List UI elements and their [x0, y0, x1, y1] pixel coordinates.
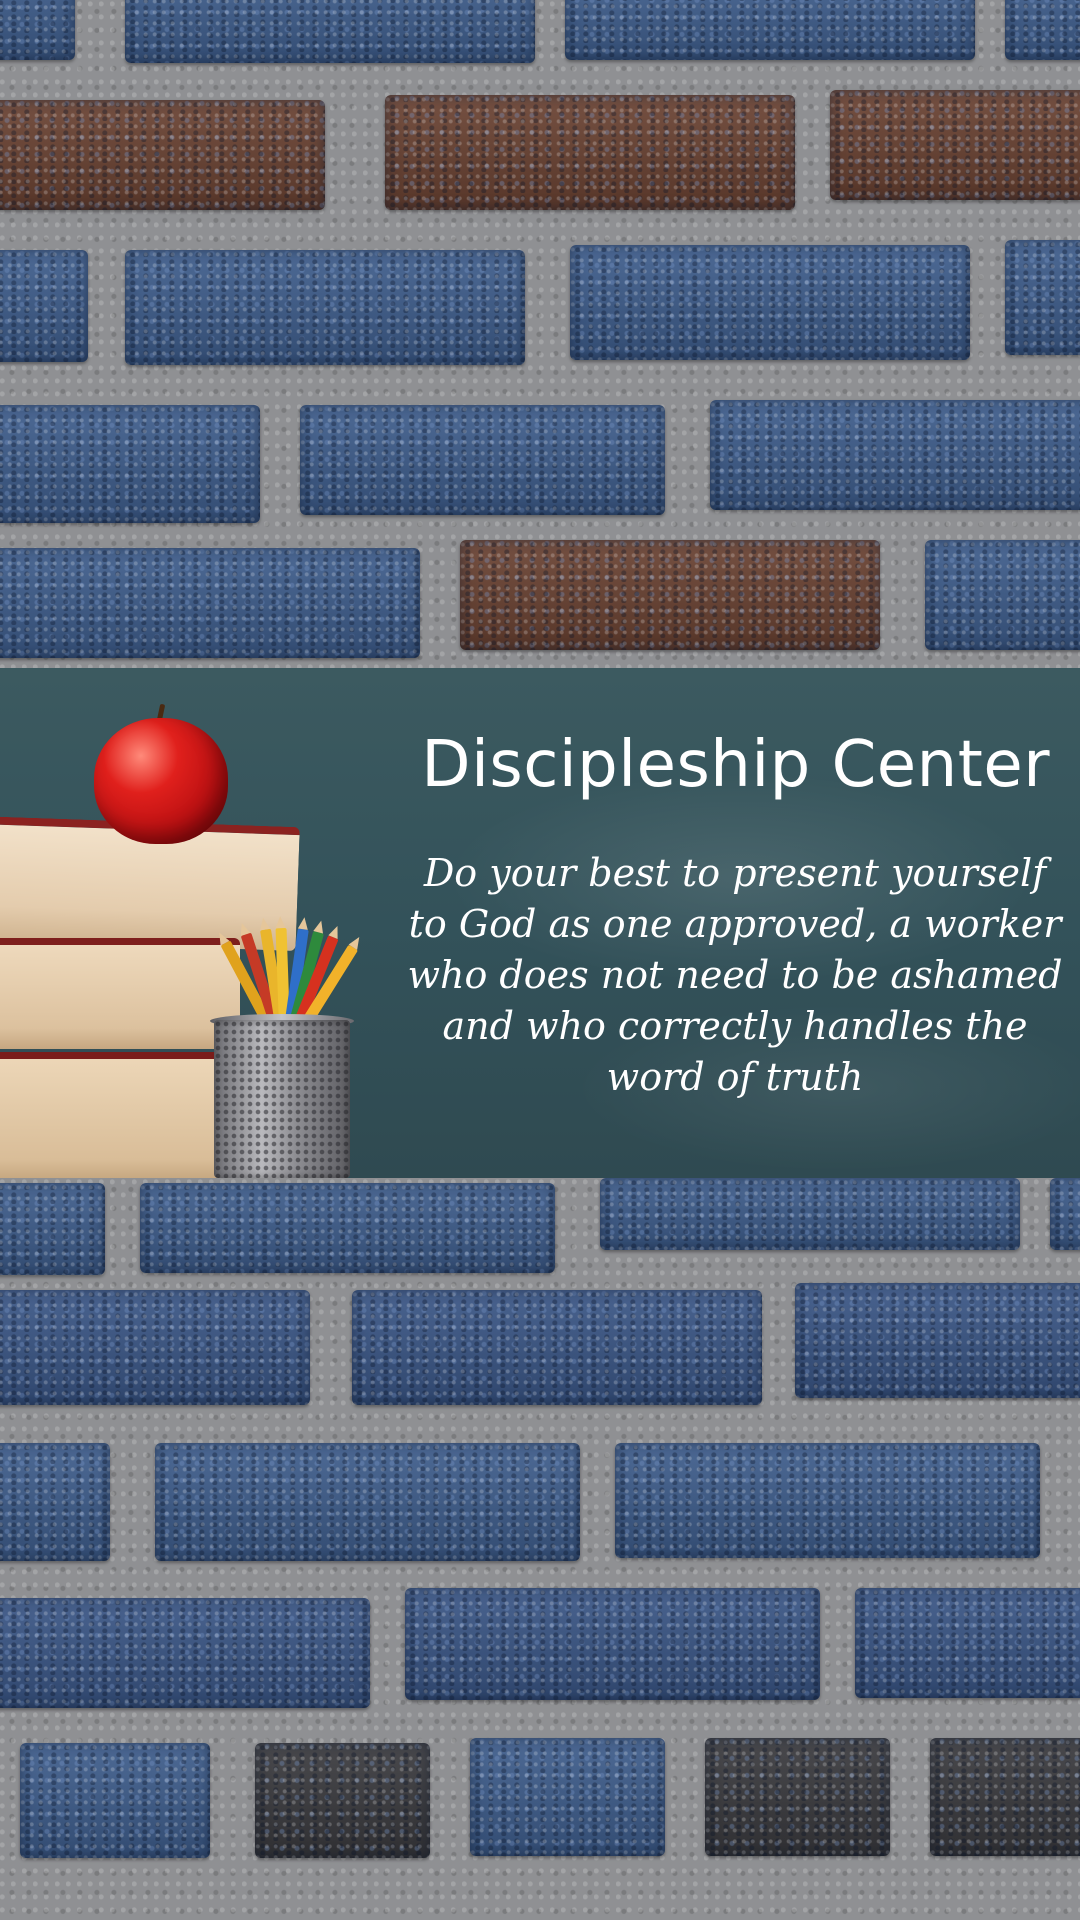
- brick: [155, 1443, 580, 1561]
- brick: [615, 1443, 1040, 1558]
- brick: [830, 90, 1080, 200]
- brick: [125, 0, 535, 63]
- brick: [0, 405, 260, 523]
- book-bottom: [0, 1052, 230, 1178]
- brick: [385, 95, 795, 210]
- brick: [0, 250, 88, 362]
- brick: [352, 1290, 762, 1405]
- brick: [570, 245, 970, 360]
- brick-wall-top: [0, 0, 1080, 668]
- brick: [1050, 1178, 1080, 1250]
- apple-icon: [94, 718, 228, 844]
- brick: [140, 1183, 555, 1273]
- brick: [565, 0, 975, 60]
- page-title: Discipleship Center: [421, 728, 1050, 802]
- brick: [470, 1738, 665, 1856]
- brick: [795, 1283, 1080, 1398]
- brick: [710, 400, 1080, 510]
- brick: [125, 250, 525, 365]
- brick: [925, 540, 1080, 650]
- brick: [460, 540, 880, 650]
- brick: [1005, 0, 1080, 60]
- brick: [405, 1588, 820, 1700]
- brick: [930, 1738, 1080, 1856]
- pencil-cup-icon: [214, 1020, 350, 1178]
- brick: [20, 1743, 210, 1858]
- brick: [0, 548, 420, 658]
- chalkboard-banner: Discipleship Center Do your best to pres…: [0, 668, 1080, 1178]
- brick: [0, 1183, 105, 1275]
- brick: [0, 0, 75, 60]
- brick: [705, 1738, 890, 1856]
- scripture-verse: Do your best to present yourself to God …: [407, 851, 1063, 1099]
- brick: [255, 1743, 430, 1858]
- brick: [0, 1443, 110, 1561]
- brick: [0, 100, 325, 210]
- brick: [300, 405, 665, 515]
- brick: [0, 1290, 310, 1405]
- book-middle: [0, 938, 240, 1049]
- brick-wall-bottom: [0, 1178, 1080, 1920]
- brick: [600, 1178, 1020, 1250]
- brick: [1005, 240, 1080, 355]
- brick: [0, 1598, 370, 1708]
- brick: [855, 1588, 1080, 1698]
